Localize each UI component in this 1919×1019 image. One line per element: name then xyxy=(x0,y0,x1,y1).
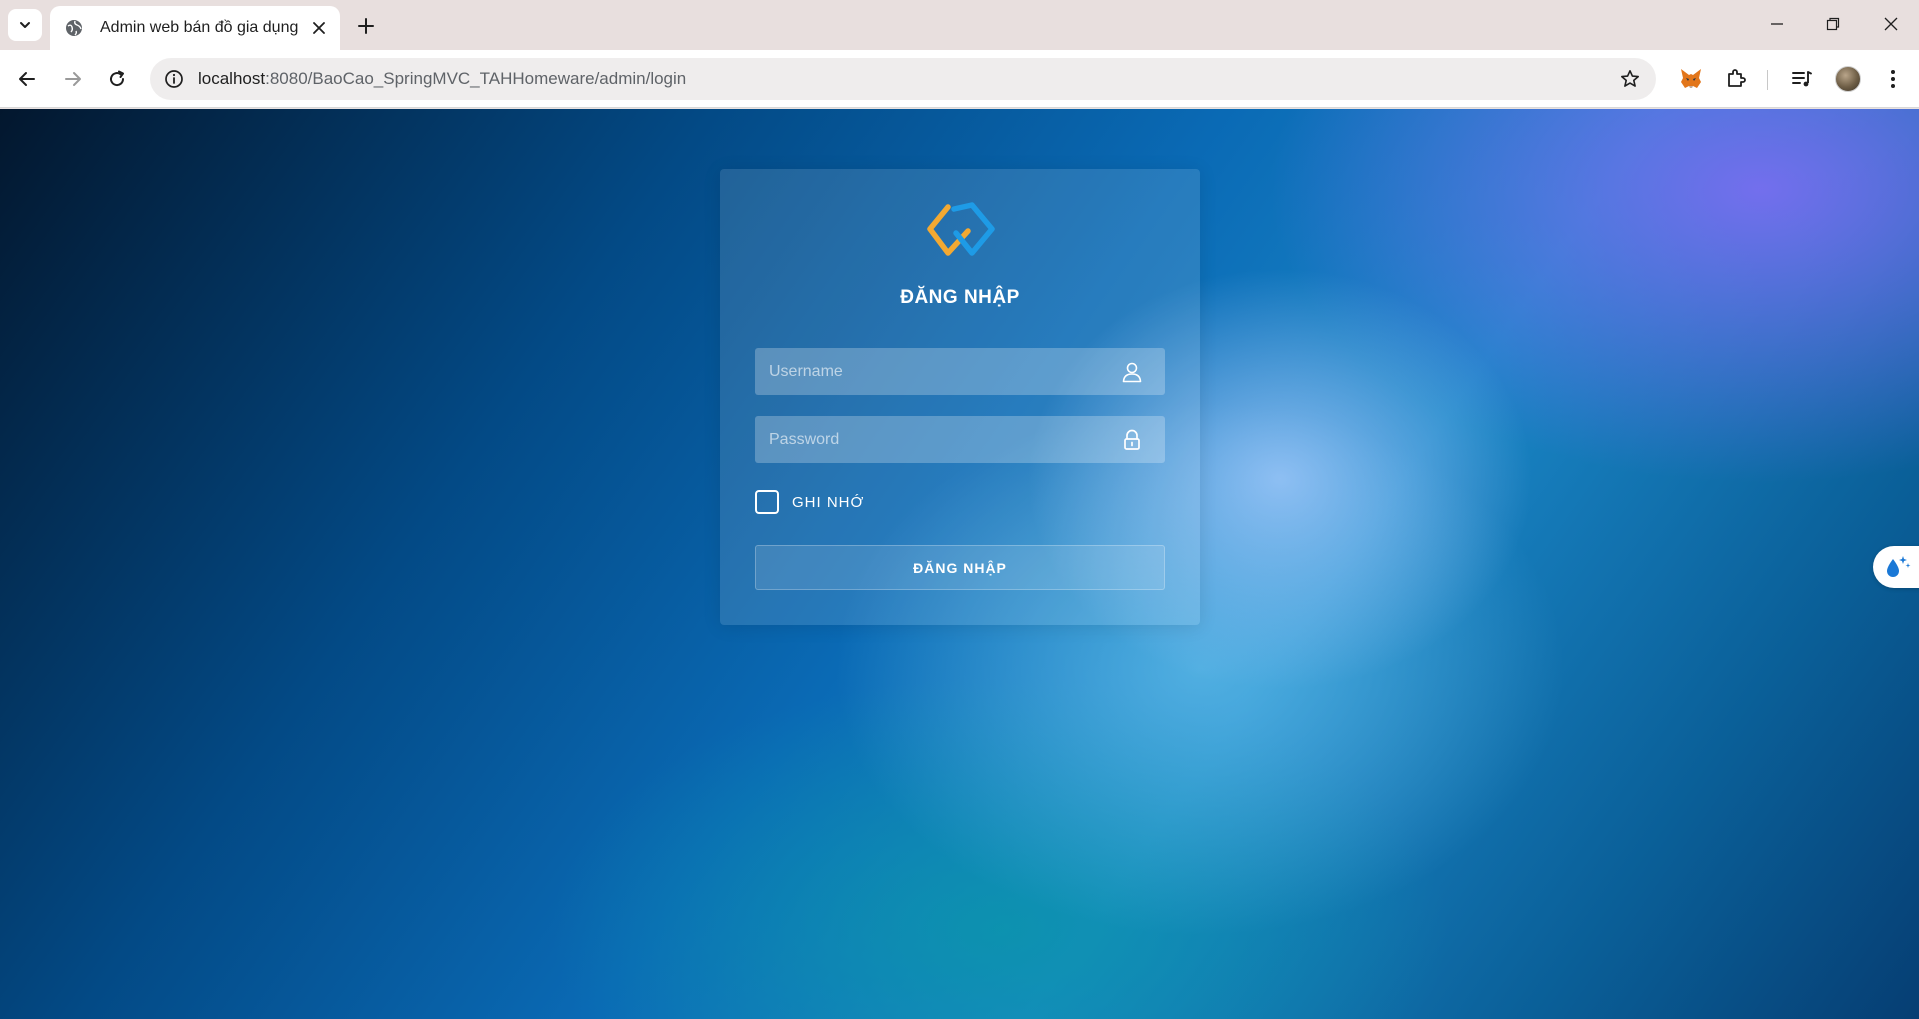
toolbar-divider xyxy=(1767,70,1768,90)
restore-button[interactable] xyxy=(1810,6,1856,42)
url-host: localhost xyxy=(198,69,266,88)
reload-button[interactable] xyxy=(100,62,134,96)
arrow-right-icon xyxy=(65,72,81,86)
star-icon[interactable] xyxy=(1618,67,1642,91)
globe-icon xyxy=(64,18,84,38)
metamask-fox-icon[interactable] xyxy=(1676,64,1706,94)
remember-label: GHI NHỚ xyxy=(792,493,865,511)
password-field[interactable] xyxy=(755,416,1165,463)
user-icon xyxy=(1121,361,1143,383)
page-viewport: ĐĂNG NHẬP GHI NHỚ ĐĂNG NHẬP xyxy=(0,109,1919,1019)
restore-icon xyxy=(1826,17,1840,31)
url-text[interactable]: localhost:8080/BaoCao_SpringMVC_TAHHomew… xyxy=(198,69,686,89)
remember-checkbox[interactable] xyxy=(755,490,779,514)
tab-title: Admin web bán đồ gia dụng xyxy=(100,19,299,36)
playlist-icon[interactable] xyxy=(1787,64,1817,94)
close-window-button[interactable] xyxy=(1868,6,1914,42)
plus-icon xyxy=(358,18,374,34)
avatar[interactable] xyxy=(1835,66,1861,92)
password-input[interactable] xyxy=(755,416,1165,463)
login-heading: ĐĂNG NHẬP xyxy=(900,287,1020,308)
tab-search-button[interactable] xyxy=(8,9,42,41)
close-icon xyxy=(1884,17,1898,31)
back-button[interactable] xyxy=(10,62,44,96)
remember-me[interactable]: GHI NHỚ xyxy=(755,489,864,515)
forward-button[interactable] xyxy=(56,62,90,96)
floating-widget-button[interactable] xyxy=(1873,546,1919,588)
arrow-left-icon xyxy=(19,72,35,86)
active-tab[interactable]: Admin web bán đồ gia dụng xyxy=(50,6,340,50)
minimize-icon xyxy=(1771,23,1783,25)
tab-strip: Admin web bán đồ gia dụng xyxy=(0,0,1919,50)
login-card: ĐĂNG NHẬP GHI NHỚ ĐĂNG NHẬP xyxy=(720,169,1200,625)
minimize-button[interactable] xyxy=(1754,6,1800,42)
username-field[interactable] xyxy=(755,348,1165,395)
water-drop-sparkle-icon xyxy=(1887,556,1911,577)
puzzle-icon[interactable] xyxy=(1721,64,1751,94)
reload-icon xyxy=(110,70,125,87)
new-tab-button[interactable] xyxy=(352,12,380,40)
lock-icon xyxy=(1121,429,1143,451)
brand-logo xyxy=(927,202,995,256)
kebab-icon[interactable] xyxy=(1878,64,1908,94)
chevron-down-icon xyxy=(20,22,30,28)
login-button[interactable]: ĐĂNG NHẬP xyxy=(755,545,1165,590)
address-bar[interactable]: localhost:8080/BaoCao_SpringMVC_TAHHomew… xyxy=(150,58,1656,100)
url-path: :8080/BaoCao_SpringMVC_TAHHomeware/admin… xyxy=(265,69,687,88)
info-icon[interactable] xyxy=(162,67,186,91)
username-input[interactable] xyxy=(755,348,1165,395)
browser-toolbar: localhost:8080/BaoCao_SpringMVC_TAHHomew… xyxy=(0,50,1919,108)
close-tab-icon[interactable] xyxy=(308,17,330,39)
